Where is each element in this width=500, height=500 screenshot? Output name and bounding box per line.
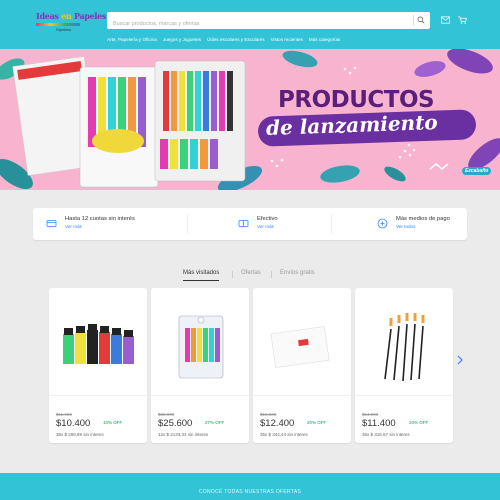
price: $10.400 (56, 418, 91, 429)
payment-title: Efectivo (257, 216, 278, 222)
payment-methods-bar: Hasta 12 cuotas sin interés Ver más Efec… (33, 208, 467, 240)
product-image (157, 294, 243, 389)
payment-link[interactable]: Ver más (65, 224, 82, 229)
product-photo (12, 56, 246, 188)
search-box (107, 12, 430, 33)
divider (271, 271, 272, 278)
card-divider (355, 395, 453, 396)
search-divider (413, 15, 414, 26)
payment-link[interactable]: Ver más (257, 224, 274, 229)
payment-title: Más medios de pago (396, 216, 450, 222)
nav-item[interactable]: Juegos y Juguetes (163, 37, 201, 45)
tab-offers[interactable]: Ofertas (241, 270, 261, 276)
product-card[interactable]: $11.600 $10.400 10% OFF 36x $ 288,89 sin… (49, 288, 147, 443)
divider (187, 214, 188, 234)
mail-icon[interactable] (441, 16, 450, 24)
cart-icon[interactable] (458, 16, 467, 24)
discount-badge: 27% OFF (205, 420, 225, 425)
nav-item[interactable]: Vistos recientes (271, 37, 303, 45)
cash-icon (238, 220, 249, 227)
discount-badge: 10% OFF (103, 420, 123, 425)
old-price: $11.600 (56, 412, 72, 417)
promo-banner[interactable]: PRODUCTOS de lanzamiento Ezcabaño (0, 49, 500, 190)
footer-text[interactable]: CONOCÉ TODAS NUESTRAS OFERTAS (0, 489, 500, 495)
search-input[interactable] (107, 15, 407, 33)
product-card[interactable]: $14.000 $11.400 20% OFF 36x $ 316,67 sin… (355, 288, 453, 443)
store-logo[interactable]: Ideas en Papeles Papelería (36, 9, 106, 36)
card-divider (253, 395, 351, 396)
card-divider (49, 395, 147, 396)
product-image (259, 294, 345, 389)
nav-item[interactable]: Útiles escolares y Escolares (207, 37, 264, 45)
credit-card-icon (46, 220, 57, 227)
product-card[interactable]: $35.000 $25.600 27% OFF 12x $ 2133,33 si… (151, 288, 249, 443)
price: $11.400 (362, 418, 396, 429)
nav-item[interactable]: Más categorías (309, 37, 340, 45)
price: $12.400 (260, 418, 295, 429)
old-price: $35.000 (158, 412, 175, 417)
installments: 36x $ 288,89 sin interes (56, 432, 104, 437)
brand-badge: Ezcabaño (462, 167, 492, 175)
installments: 36x $ 344,44 sin interes (260, 432, 308, 437)
logo-tagline: Papelería (56, 28, 71, 32)
old-price: $14.000 (362, 412, 379, 417)
product-card[interactable]: $15.500 $12.400 20% OFF 36x $ 344,44 sin… (253, 288, 351, 443)
discount-badge: 20% OFF (307, 420, 327, 425)
discount-badge: 20% OFF (409, 420, 429, 425)
product-image (55, 294, 141, 389)
tab-free-shipping[interactable]: Envíos gratis (280, 270, 315, 276)
footer-bar[interactable]: CONOCÉ TODAS NUESTRAS OFERTAS (0, 473, 500, 500)
divider (232, 271, 233, 278)
product-image (361, 294, 447, 389)
installments: 36x $ 316,67 sin interes (362, 432, 410, 437)
site-header: Ideas en Papeles Papelería Arte, Papeler… (0, 0, 500, 49)
installments: 12x $ 2133,33 sin interes (158, 432, 209, 437)
plus-icon (377, 218, 388, 229)
search-icon[interactable] (417, 16, 425, 24)
payment-link[interactable]: Ver todos (396, 224, 415, 229)
divider (331, 214, 332, 234)
chevron-right-icon[interactable] (456, 355, 464, 365)
card-divider (151, 395, 249, 396)
old-price: $15.500 (260, 412, 277, 417)
price: $25.600 (158, 418, 193, 429)
category-nav: Arte, Papelería y Oficina Juegos y Jugue… (107, 37, 346, 45)
banner-heading: PRODUCTOS (278, 87, 435, 113)
logo-stripe (36, 23, 80, 26)
payment-title: Hasta 12 cuotas sin interés (65, 216, 135, 222)
logo-text: Ideas en Papeles (36, 11, 107, 21)
tab-most-visited[interactable]: Más visitados (183, 270, 220, 281)
nav-item[interactable]: Arte, Papelería y Oficina (107, 37, 157, 45)
